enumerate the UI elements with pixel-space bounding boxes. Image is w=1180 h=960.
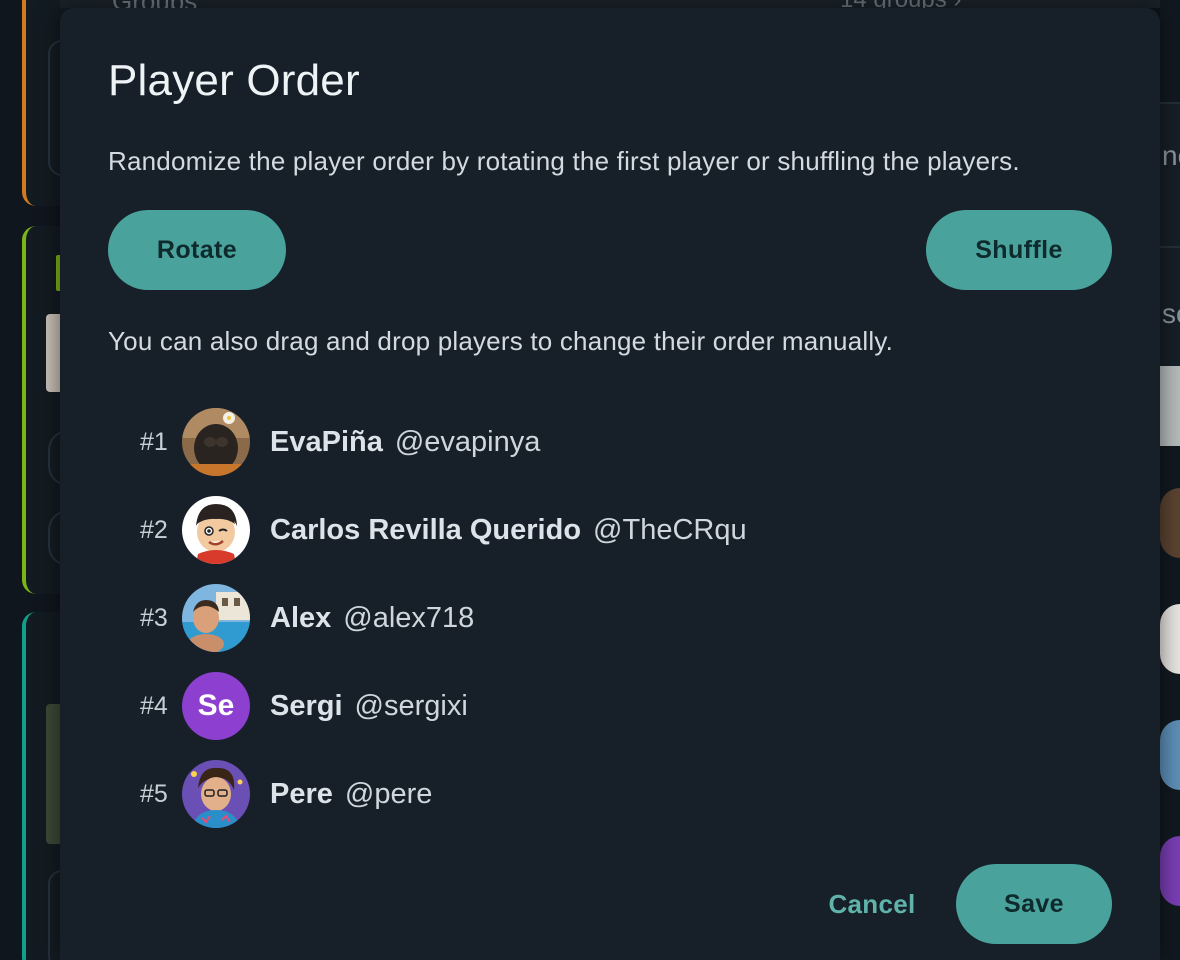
background-text-fragment: ne bbox=[1162, 140, 1180, 171]
player-avatar-cartoon-face bbox=[182, 496, 250, 564]
background-text-fragment: se bbox=[1162, 298, 1180, 329]
background-avatar bbox=[1160, 604, 1180, 674]
background-right-column: ne se bbox=[1160, 0, 1180, 960]
player-rank: #2 bbox=[140, 515, 168, 544]
player-rank: #4 bbox=[140, 691, 168, 720]
player-rank: #3 bbox=[140, 603, 168, 632]
player-avatar-pool-photo bbox=[182, 584, 250, 652]
player-avatar-illustrated-portrait bbox=[182, 760, 250, 828]
background-avatar bbox=[1160, 720, 1180, 790]
player-row[interactable]: #5 Pere @pere bbox=[140, 750, 1100, 838]
player-row[interactable]: #3 Alex @alex718 bbox=[140, 574, 1100, 662]
shuffle-button[interactable]: Shuffle bbox=[926, 210, 1112, 290]
player-name: Alex bbox=[270, 601, 332, 634]
player-handle: @evapinya bbox=[394, 425, 541, 458]
player-handle: @sergixi bbox=[354, 689, 468, 722]
background-avatar bbox=[1160, 488, 1180, 558]
player-order-dialog: Player Order Randomize the player order … bbox=[60, 8, 1160, 960]
player-handle: @alex718 bbox=[343, 601, 475, 634]
player-row[interactable]: #1 EvaPiña @evapinya bbox=[140, 398, 1100, 486]
player-name: Pere bbox=[270, 777, 333, 810]
save-button[interactable]: Save bbox=[956, 864, 1112, 944]
background-header bbox=[60, 0, 1160, 8]
cancel-button[interactable]: Cancel bbox=[820, 874, 924, 934]
player-list: #1 EvaPiña @evapinya #2 Carlos Revilla Q… bbox=[140, 398, 1100, 838]
player-avatar-dog-photo bbox=[182, 408, 250, 476]
drag-instructions: You can also drag and drop players to ch… bbox=[108, 326, 894, 356]
player-name: Carlos Revilla Querido bbox=[270, 513, 582, 546]
player-name: EvaPiña bbox=[270, 425, 383, 458]
dialog-description: Randomize the player order by rotating t… bbox=[108, 146, 1020, 176]
player-rank: #1 bbox=[140, 427, 168, 456]
player-handle: @TheCRqu bbox=[593, 513, 747, 546]
player-row[interactable]: #4 Se Sergi @sergixi bbox=[140, 662, 1100, 750]
rotate-button[interactable]: Rotate bbox=[108, 210, 286, 290]
player-avatar-initials: Se bbox=[182, 672, 250, 740]
player-rank: #5 bbox=[140, 779, 168, 808]
dialog-title: Player Order bbox=[108, 56, 360, 105]
player-row[interactable]: #2 Carlos Revilla Querido @TheCRqu bbox=[140, 486, 1100, 574]
player-name: Sergi bbox=[270, 689, 343, 722]
background-avatar bbox=[1160, 836, 1180, 906]
player-handle: @pere bbox=[344, 777, 433, 810]
